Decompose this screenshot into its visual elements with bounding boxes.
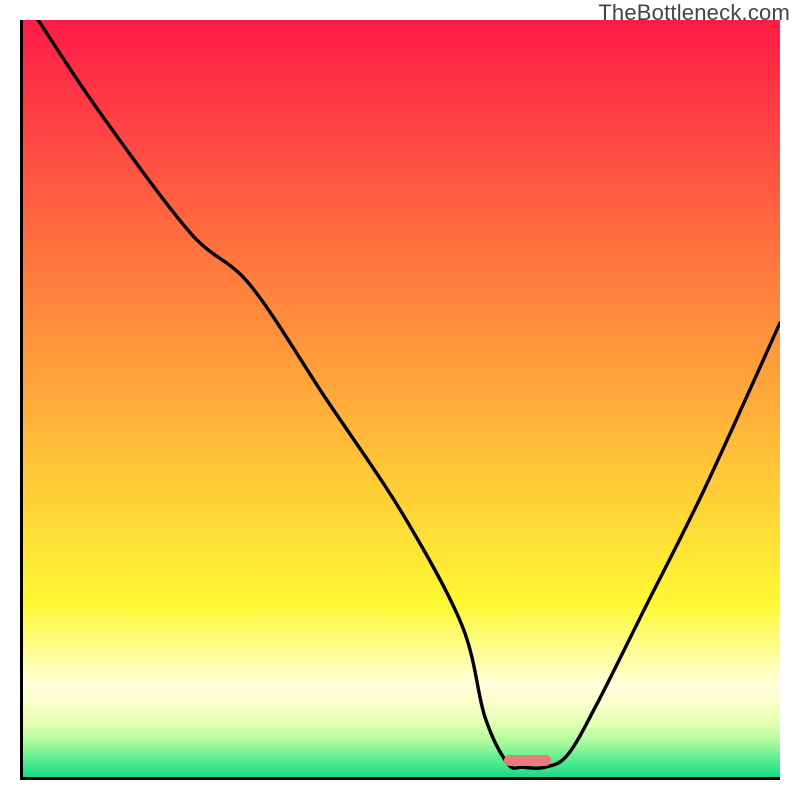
bg-band [23, 603, 780, 671]
plot-area [20, 20, 780, 780]
bg-band [23, 762, 780, 777]
chart-stage: TheBottleneck.com [0, 0, 800, 800]
gradient-background [23, 20, 780, 777]
bg-band [23, 743, 780, 762]
bg-band [23, 686, 780, 705]
bg-band [23, 671, 780, 686]
bg-band [23, 705, 780, 724]
bg-band [23, 20, 780, 603]
bg-band [23, 724, 780, 743]
optimal-range-marker [504, 755, 551, 766]
